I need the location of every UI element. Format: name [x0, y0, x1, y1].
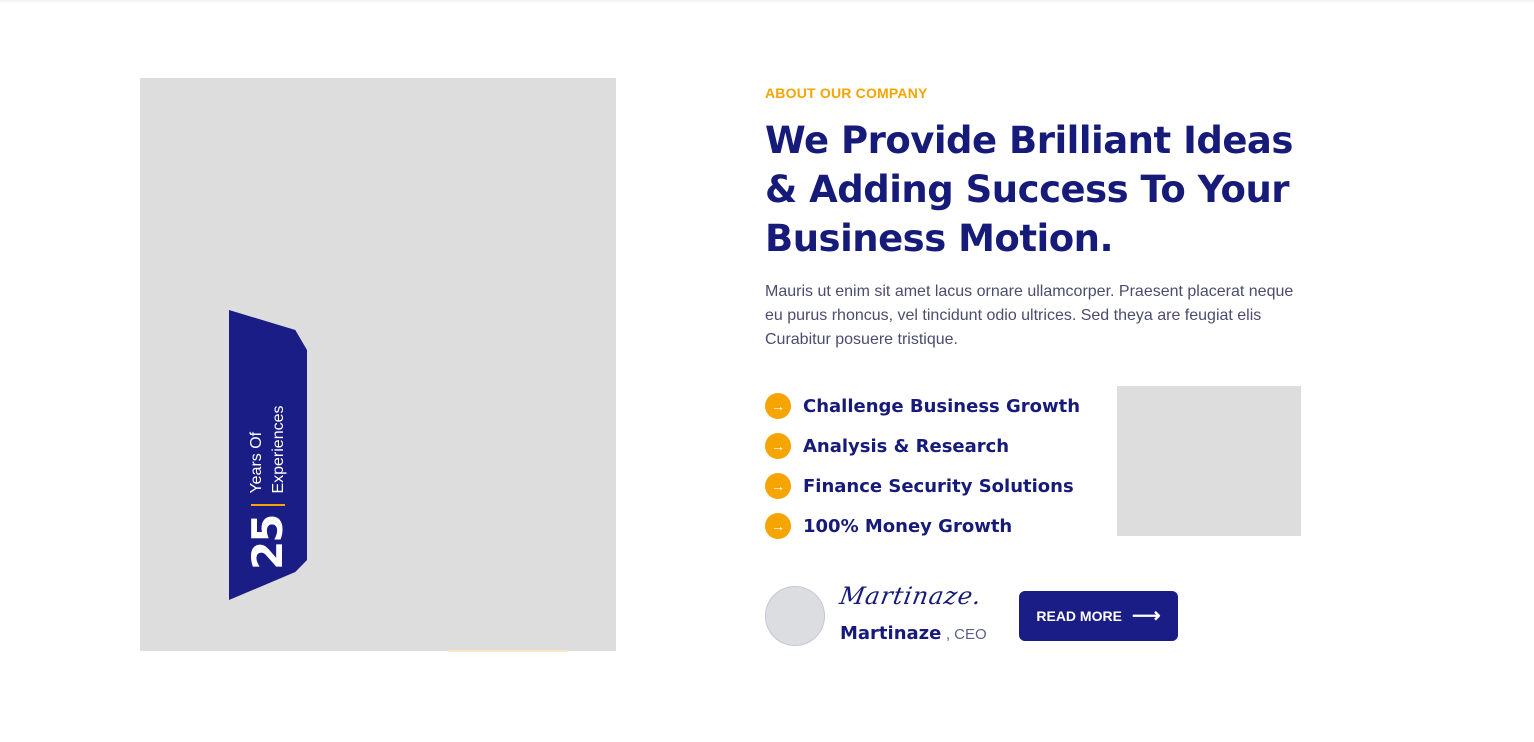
feature-list: → Challenge Business Growth → Analysis &…	[765, 386, 1080, 546]
header-shadow	[0, 0, 1534, 4]
feature-side-image	[1117, 386, 1301, 536]
section-eyebrow: ABOUT OUR COMPANY	[765, 85, 928, 101]
about-main-image	[140, 78, 616, 651]
feature-label: 100% Money Growth	[803, 515, 1013, 537]
experience-badge-content: 25 Years Of Experiences	[243, 340, 293, 571]
author-avatar	[765, 586, 825, 646]
feature-item: → 100% Money Growth	[765, 506, 1080, 546]
arrow-right-icon: →	[765, 513, 791, 539]
arrow-right-icon: →	[765, 473, 791, 499]
experience-years-number: 25	[243, 515, 292, 570]
section-description: Mauris ut enim sit amet lacus ornare ull…	[765, 283, 1294, 348]
read-more-button[interactable]: READ MORE ⟶	[1019, 591, 1178, 641]
experience-line-1: Years Of	[248, 431, 265, 494]
arrow-right-icon: ⟶	[1131, 605, 1161, 627]
feature-item: → Challenge Business Growth	[765, 386, 1080, 426]
author-signature: Martinaze.	[837, 582, 985, 610]
feature-label: Finance Security Solutions	[803, 475, 1074, 497]
experience-divider	[251, 503, 285, 506]
image-accent-strip	[448, 650, 568, 652]
experience-badge: 25 Years Of Experiences	[229, 310, 307, 600]
read-more-label: READ MORE	[1036, 608, 1122, 624]
arrow-right-icon: →	[765, 393, 791, 419]
author-name: Martinaze	[840, 623, 942, 644]
feature-item: → Finance Security Solutions	[765, 466, 1080, 506]
author-role: , CEO	[945, 626, 987, 643]
arrow-right-icon: →	[765, 433, 791, 459]
author-info: Martinaze , CEO	[840, 623, 987, 644]
experience-line-2: Experiences	[270, 405, 287, 494]
feature-label: Analysis & Research	[803, 435, 1010, 457]
feature-item: → Analysis & Research	[765, 426, 1080, 466]
section-headline: We Provide Brilliant Ideas & Adding Succ…	[765, 119, 1293, 260]
feature-label: Challenge Business Growth	[803, 395, 1081, 417]
experience-text: Years Of Experiences	[246, 406, 290, 494]
